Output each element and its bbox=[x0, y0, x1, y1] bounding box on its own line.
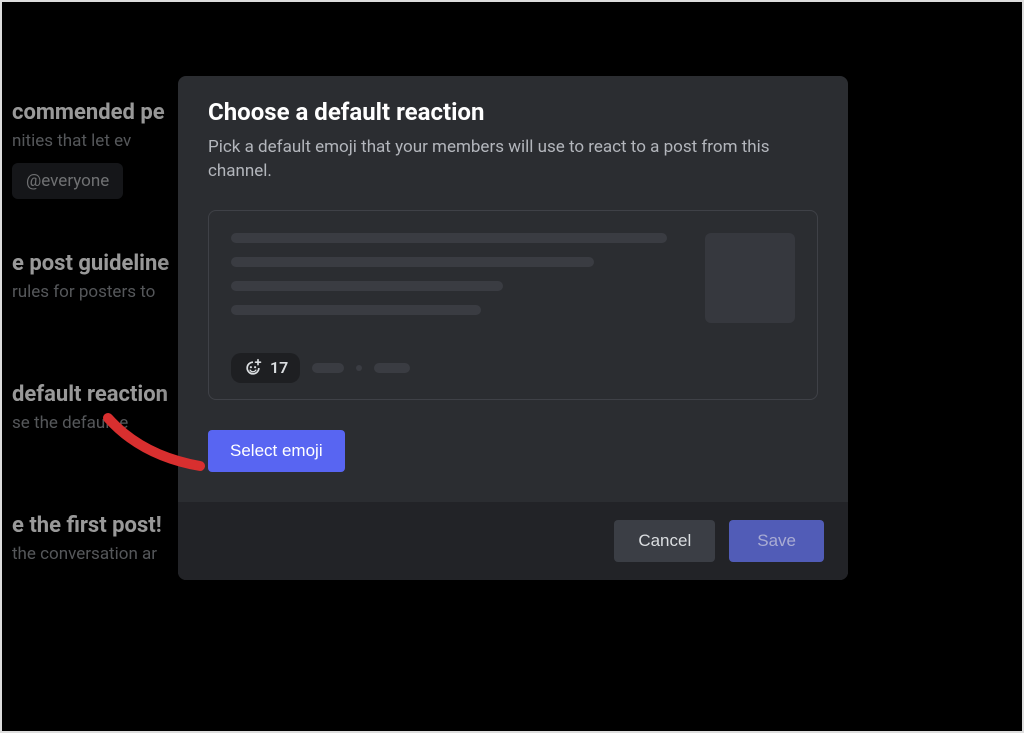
default-reaction-modal: Choose a default reaction Pick a default… bbox=[178, 76, 848, 580]
modal-body: Choose a default reaction Pick a default… bbox=[178, 76, 848, 502]
preview-thumbnail bbox=[705, 233, 795, 323]
post-preview: 17 bbox=[208, 210, 818, 400]
emoji-add-icon bbox=[243, 358, 263, 378]
everyone-tag: @everyone bbox=[12, 163, 123, 199]
modal-footer: Cancel Save bbox=[178, 502, 848, 580]
reaction-count: 17 bbox=[270, 358, 288, 377]
meta-placeholder bbox=[374, 363, 410, 373]
cancel-button[interactable]: Cancel bbox=[614, 520, 715, 562]
save-button[interactable]: Save bbox=[729, 520, 824, 562]
meta-placeholder bbox=[312, 363, 344, 373]
meta-divider bbox=[356, 365, 362, 371]
modal-description: Pick a default emoji that your members w… bbox=[208, 136, 818, 184]
modal-title: Choose a default reaction bbox=[208, 98, 818, 126]
select-emoji-button[interactable]: Select emoji bbox=[208, 430, 345, 472]
reaction-count-chip: 17 bbox=[231, 353, 300, 383]
preview-text-placeholder bbox=[231, 233, 685, 329]
